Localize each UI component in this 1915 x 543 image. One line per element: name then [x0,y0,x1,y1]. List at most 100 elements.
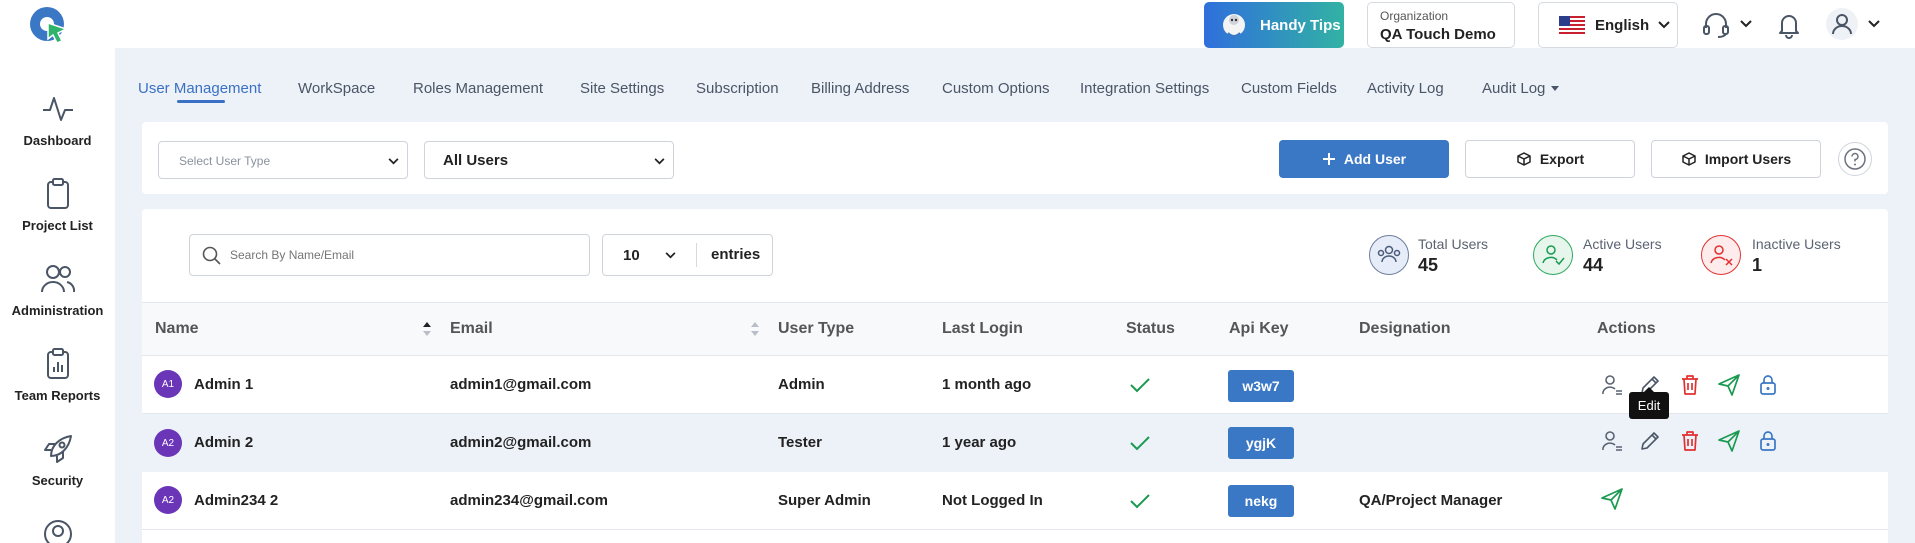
organization-selector[interactable]: Organization QA Touch Demo [1367,2,1515,48]
organization-name: QA Touch Demo [1380,26,1496,43]
entries-value[interactable]: 10 [623,247,640,264]
user-scope-select[interactable]: All Users [424,141,674,179]
user-avatar: A1 [154,370,182,398]
status-active-check-icon [1130,436,1150,451]
help-circle-icon [1844,148,1866,170]
last-login: Not Logged In [942,492,1043,509]
handy-tips-button[interactable]: Handy Tips [1204,2,1344,48]
import-users-button[interactable]: Import Users [1651,140,1821,178]
total-users-stat-icon [1369,235,1409,275]
table-row: A2 Admin234 2 admin234@gmail.com Super A… [142,472,1888,530]
sort-icon[interactable] [422,321,432,337]
sidebar-item-dashboard[interactable]: Dashboard [0,92,115,172]
support-menu[interactable] [1702,12,1756,40]
active-tab-underline [177,100,225,103]
users-icon [40,265,75,293]
headset-icon [1703,13,1729,38]
add-user-label: Add User [1343,151,1407,167]
handy-tips-label: Handy Tips [1260,16,1341,34]
sort-icon[interactable] [750,321,760,337]
send-invite-icon[interactable] [1600,487,1624,511]
column-header-last-login: Last Login [942,320,1023,337]
lock-icon[interactable] [1756,429,1780,453]
user-name: Admin234 2 [194,492,279,509]
status-active-check-icon [1130,378,1150,393]
api-key-badge[interactable]: w3w7 [1228,370,1294,402]
tab-integration-settings[interactable]: Integration Settings [1080,80,1209,97]
sidebar-item-label: Administration [11,303,104,318]
sidebar-item-more[interactable] [0,517,115,543]
plus-icon [1322,153,1335,165]
tab-user-management[interactable]: User Management [138,80,261,97]
user-roles-icon[interactable] [1600,429,1624,453]
language-selector[interactable]: English [1538,2,1678,48]
send-invite-icon[interactable] [1717,373,1741,397]
tab-workspace[interactable]: WorkSpace [298,80,375,97]
sidebar-item-team-reports[interactable]: Team Reports [0,347,115,427]
user-x-icon [1710,245,1733,266]
top-bar: Handy Tips Organization QA Touch Demo En… [0,0,1915,48]
inactive-users-stat-icon [1701,235,1741,275]
search-field[interactable] [189,234,590,276]
user-type-select[interactable]: Select User Type [158,141,408,179]
delete-trash-icon[interactable] [1678,373,1702,397]
user-name: Admin 1 [194,376,254,393]
add-user-button[interactable]: Add User [1279,140,1449,178]
user-type: Super Admin [778,492,871,509]
user-check-icon [1542,245,1565,266]
table-row: A2 Admin 2 admin2@gmail.com Tester 1 yea… [142,414,1888,472]
language-label: English [1595,16,1650,34]
export-box-icon [1517,152,1531,166]
chevron-down-icon [654,158,665,165]
sidebar-item-label: Team Reports [14,388,101,403]
edit-pencil-icon[interactable] [1638,429,1662,453]
tab-activity-log[interactable]: Activity Log [1367,80,1444,97]
user-menu[interactable] [1826,8,1882,40]
api-key-badge[interactable]: ygjK [1228,427,1294,459]
status-active-check-icon [1130,494,1150,509]
sidebar-item-security[interactable]: Security [0,432,115,512]
search-input[interactable] [230,243,570,267]
chevron-down-icon [1740,20,1752,28]
tab-roles-management[interactable]: Roles Management [413,80,543,97]
tab-audit-log[interactable]: Audit Log [1482,80,1545,97]
delete-trash-icon[interactable] [1678,429,1702,453]
sidebar-item-label: Dashboard [23,133,92,148]
lock-icon[interactable] [1756,373,1780,397]
tab-subscription[interactable]: Subscription [696,80,779,97]
user-roles-icon[interactable] [1600,373,1624,397]
notification-bell-icon[interactable] [1776,11,1802,39]
send-invite-icon[interactable] [1717,429,1741,453]
chevron-down-icon [1868,20,1880,28]
total-users-value: 45 [1418,255,1439,275]
tab-site-settings[interactable]: Site Settings [580,80,664,97]
tab-custom-options[interactable]: Custom Options [942,80,1050,97]
api-key-badge[interactable]: nekg [1228,485,1294,517]
qa-touch-logo[interactable] [28,5,70,45]
tooltip-arrow [1644,387,1654,392]
user-type-placeholder: Select User Type [179,154,271,168]
tab-billing-address[interactable]: Billing Address [811,80,909,97]
sidebar-item-administration[interactable]: Administration [0,262,115,342]
user-type: Tester [778,434,822,451]
user-name: Admin 2 [194,434,254,451]
profile-icon [43,520,72,543]
entries-per-page[interactable]: 10 entries [602,234,773,276]
column-header-email[interactable]: Email [450,320,493,338]
user-avatar: A2 [154,486,182,514]
report-icon [46,348,69,379]
group-icon [1377,245,1401,263]
chevron-down-icon [665,252,676,259]
help-button[interactable] [1838,142,1872,176]
clipboard-icon [46,178,69,209]
export-button[interactable]: Export [1465,140,1635,178]
sidebar-item-project-list[interactable]: Project List [0,177,115,257]
column-header-name[interactable]: Name [155,320,199,338]
column-header-user-type: User Type [778,320,855,337]
user-email: admin1@gmail.com [450,376,592,393]
active-users-stat-icon [1533,235,1573,275]
table-row: A1 Admin 1 admin1@gmail.com Admin 1 mont… [142,356,1888,414]
last-login: 1 month ago [942,376,1032,393]
tab-custom-fields[interactable]: Custom Fields [1241,80,1337,97]
tooltip-text: Edit [1637,398,1661,413]
